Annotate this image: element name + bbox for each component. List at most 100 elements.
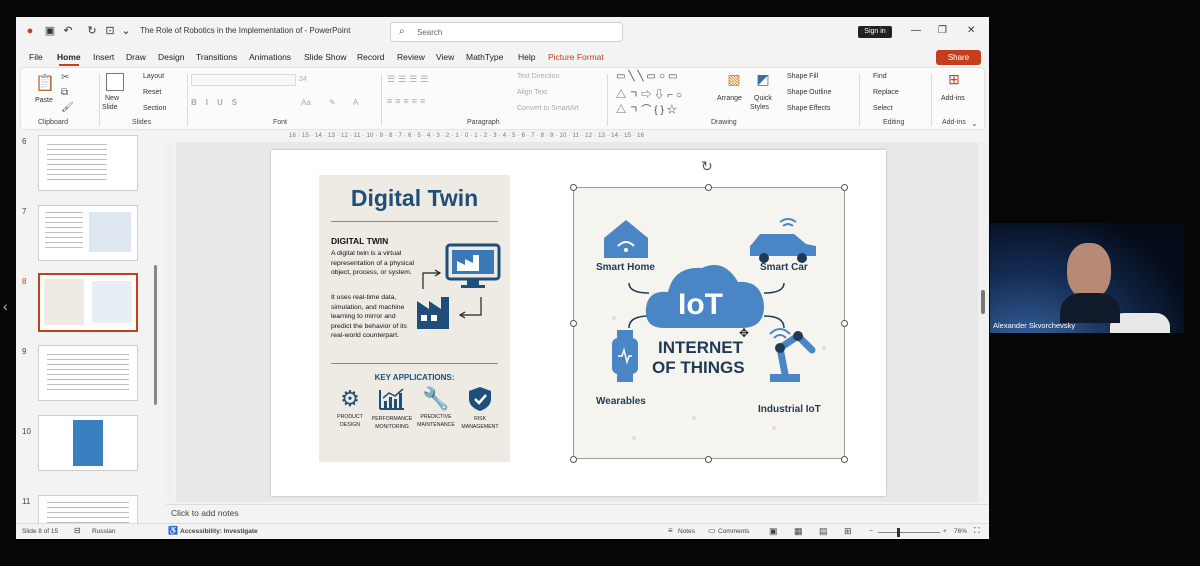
resize-handle-w[interactable] [570,320,577,327]
shapes-gallery-row3[interactable]: △ㄱ⌒{}☆ [616,101,680,116]
tab-record[interactable]: Record [357,52,384,62]
copy-icon[interactable]: ⧉ [61,87,68,99]
notes-icon[interactable]: ≡ [668,526,673,535]
shape-effects-button[interactable]: Shape Effects [787,105,830,112]
reading-view-icon[interactable]: ▤ [819,526,828,537]
redo-icon[interactable]: ↻ [86,25,98,37]
shape-outline-button[interactable]: Shape Outline [787,89,831,96]
new-slide-label-1[interactable]: New [105,95,119,102]
tab-animations[interactable]: Animations [249,52,291,62]
tab-help[interactable]: Help [518,52,535,62]
slide-thumbnail-11[interactable] [38,495,138,525]
paste-icon[interactable]: 📋 [35,74,55,94]
find-button[interactable]: Find [873,73,887,80]
resize-handle-ne[interactable] [841,184,848,191]
tab-picture-format[interactable]: Picture Format [548,52,604,62]
fit-slide-icon[interactable]: ⛶ [974,526,980,536]
quick-styles-label-2[interactable]: Styles [750,104,769,111]
resize-handle-e[interactable] [841,320,848,327]
close-icon[interactable]: ✕ [967,25,975,36]
minimize-icon[interactable]: — [911,25,921,36]
slide-thumbnail-7[interactable] [38,205,138,261]
font-name-box[interactable] [191,74,296,86]
tab-file[interactable]: File [29,52,43,62]
new-slide-label-2[interactable]: Slide [102,104,118,111]
slide-thumbnail-10[interactable] [38,415,138,471]
shapes-gallery[interactable]: ▭╲╲▭○▭ [616,71,680,82]
tab-draw[interactable]: Draw [126,52,146,62]
arrange-icon[interactable]: ▧ [725,72,743,91]
rotate-handle-icon[interactable]: ↻ [701,158,713,175]
zoom-in-icon[interactable]: + [943,528,947,535]
collapse-ribbon-icon[interactable]: ⌄ [971,118,978,130]
font-size-icon[interactable]: Aa [301,98,311,107]
add-ins-icon[interactable]: ⊞ [945,72,963,91]
accessibility-icon[interactable]: ♿ [168,526,178,535]
normal-view-icon[interactable]: ▣ [769,526,778,537]
zoom-slider[interactable] [878,532,940,533]
format-painter-icon[interactable]: 🖌 [61,102,74,114]
qat-more-icon[interactable]: ⌄ [120,25,132,37]
section-button[interactable]: Section [143,105,166,112]
font-size-box[interactable]: 24 [299,76,329,88]
align-text-button[interactable]: Align Text [517,89,547,96]
highlight-icon[interactable]: ✎ [329,98,336,107]
tab-slide-show[interactable]: Slide Show [304,52,347,62]
resize-handle-se[interactable] [841,456,848,463]
slide-thumbnail-9[interactable] [38,345,138,401]
slide-canvas[interactable]: Digital Twin DIGITAL TWIN A digital twin… [271,150,886,496]
font-color-icon[interactable]: A [353,98,358,107]
tab-home[interactable]: Home [57,52,81,66]
language-label[interactable]: Russian [92,528,115,535]
reset-button[interactable]: Reset [143,89,161,96]
list-icons[interactable]: ☰☰☰☰ [387,74,431,85]
cut-icon[interactable]: ✂ [61,72,69,84]
sign-in-button[interactable]: Sign in [858,26,892,38]
zoom-out-icon[interactable]: − [869,528,873,535]
align-icons[interactable]: ≡≡≡≡≡ [387,96,428,106]
select-button[interactable]: Select [873,105,892,112]
notes-button[interactable]: Notes [678,528,695,535]
shapes-gallery-row2[interactable]: △ㄱ⇨⇩⌐○ [616,86,685,101]
zoom-level[interactable]: 76% [954,528,967,535]
slide-thumbnail-6[interactable] [38,135,138,191]
restore-icon[interactable]: ❐ [938,25,947,36]
resize-handle-nw[interactable] [570,184,577,191]
convert-smartart-button[interactable]: Convert to SmartArt [517,105,579,112]
shape-fill-button[interactable]: Shape Fill [787,73,818,80]
tab-review[interactable]: Review [397,52,425,62]
comments-icon[interactable]: ▭ [708,526,716,535]
resize-handle-n[interactable] [705,184,712,191]
iot-picture[interactable]: Smart Home Smart Car IoT INTERNET OF THI… [573,187,845,459]
layout-button[interactable]: Layout [143,73,164,80]
tab-transitions[interactable]: Transitions [196,52,237,62]
paste-label[interactable]: Paste [35,97,53,104]
slide-thumbnail-8[interactable] [38,273,138,332]
tab-mathtype[interactable]: MathType [466,52,503,62]
thumbnail-scrollbar[interactable] [154,265,157,405]
slide-sorter-icon[interactable]: ▦ [794,526,803,537]
new-slide-icon[interactable] [106,73,124,91]
quick-styles-icon[interactable]: ◩ [754,72,772,91]
spell-check-icon[interactable]: ⊟ [74,526,81,535]
add-ins-label[interactable]: Add-ins [941,95,965,102]
font-format-icons[interactable]: BIUS [191,98,246,107]
comments-button[interactable]: Comments [718,528,749,535]
chevron-left-icon[interactable]: ‹ [3,298,8,314]
save-icon[interactable]: ▣ [44,25,56,37]
digital-twin-panel[interactable]: Digital Twin DIGITAL TWIN A digital twin… [319,175,510,462]
quick-styles-label-1[interactable]: Quick [754,95,772,102]
search-box[interactable]: ⌕ Search [390,22,623,42]
undo-icon[interactable]: ↶ [62,25,74,37]
tab-design[interactable]: Design [158,52,184,62]
tab-view[interactable]: View [436,52,454,62]
arrange-label[interactable]: Arrange [717,95,742,102]
accessibility-status[interactable]: Accessibility: Investigate [180,528,258,535]
text-direction-button[interactable]: Text Direction [517,73,559,80]
zoom-slider-thumb[interactable] [897,528,900,537]
slide-scrollbar-thumb[interactable] [981,290,985,314]
present-icon[interactable]: ⊡ [104,25,116,37]
resize-handle-sw[interactable] [570,456,577,463]
replace-button[interactable]: Replace [873,89,899,96]
share-button[interactable]: Share [936,50,981,65]
